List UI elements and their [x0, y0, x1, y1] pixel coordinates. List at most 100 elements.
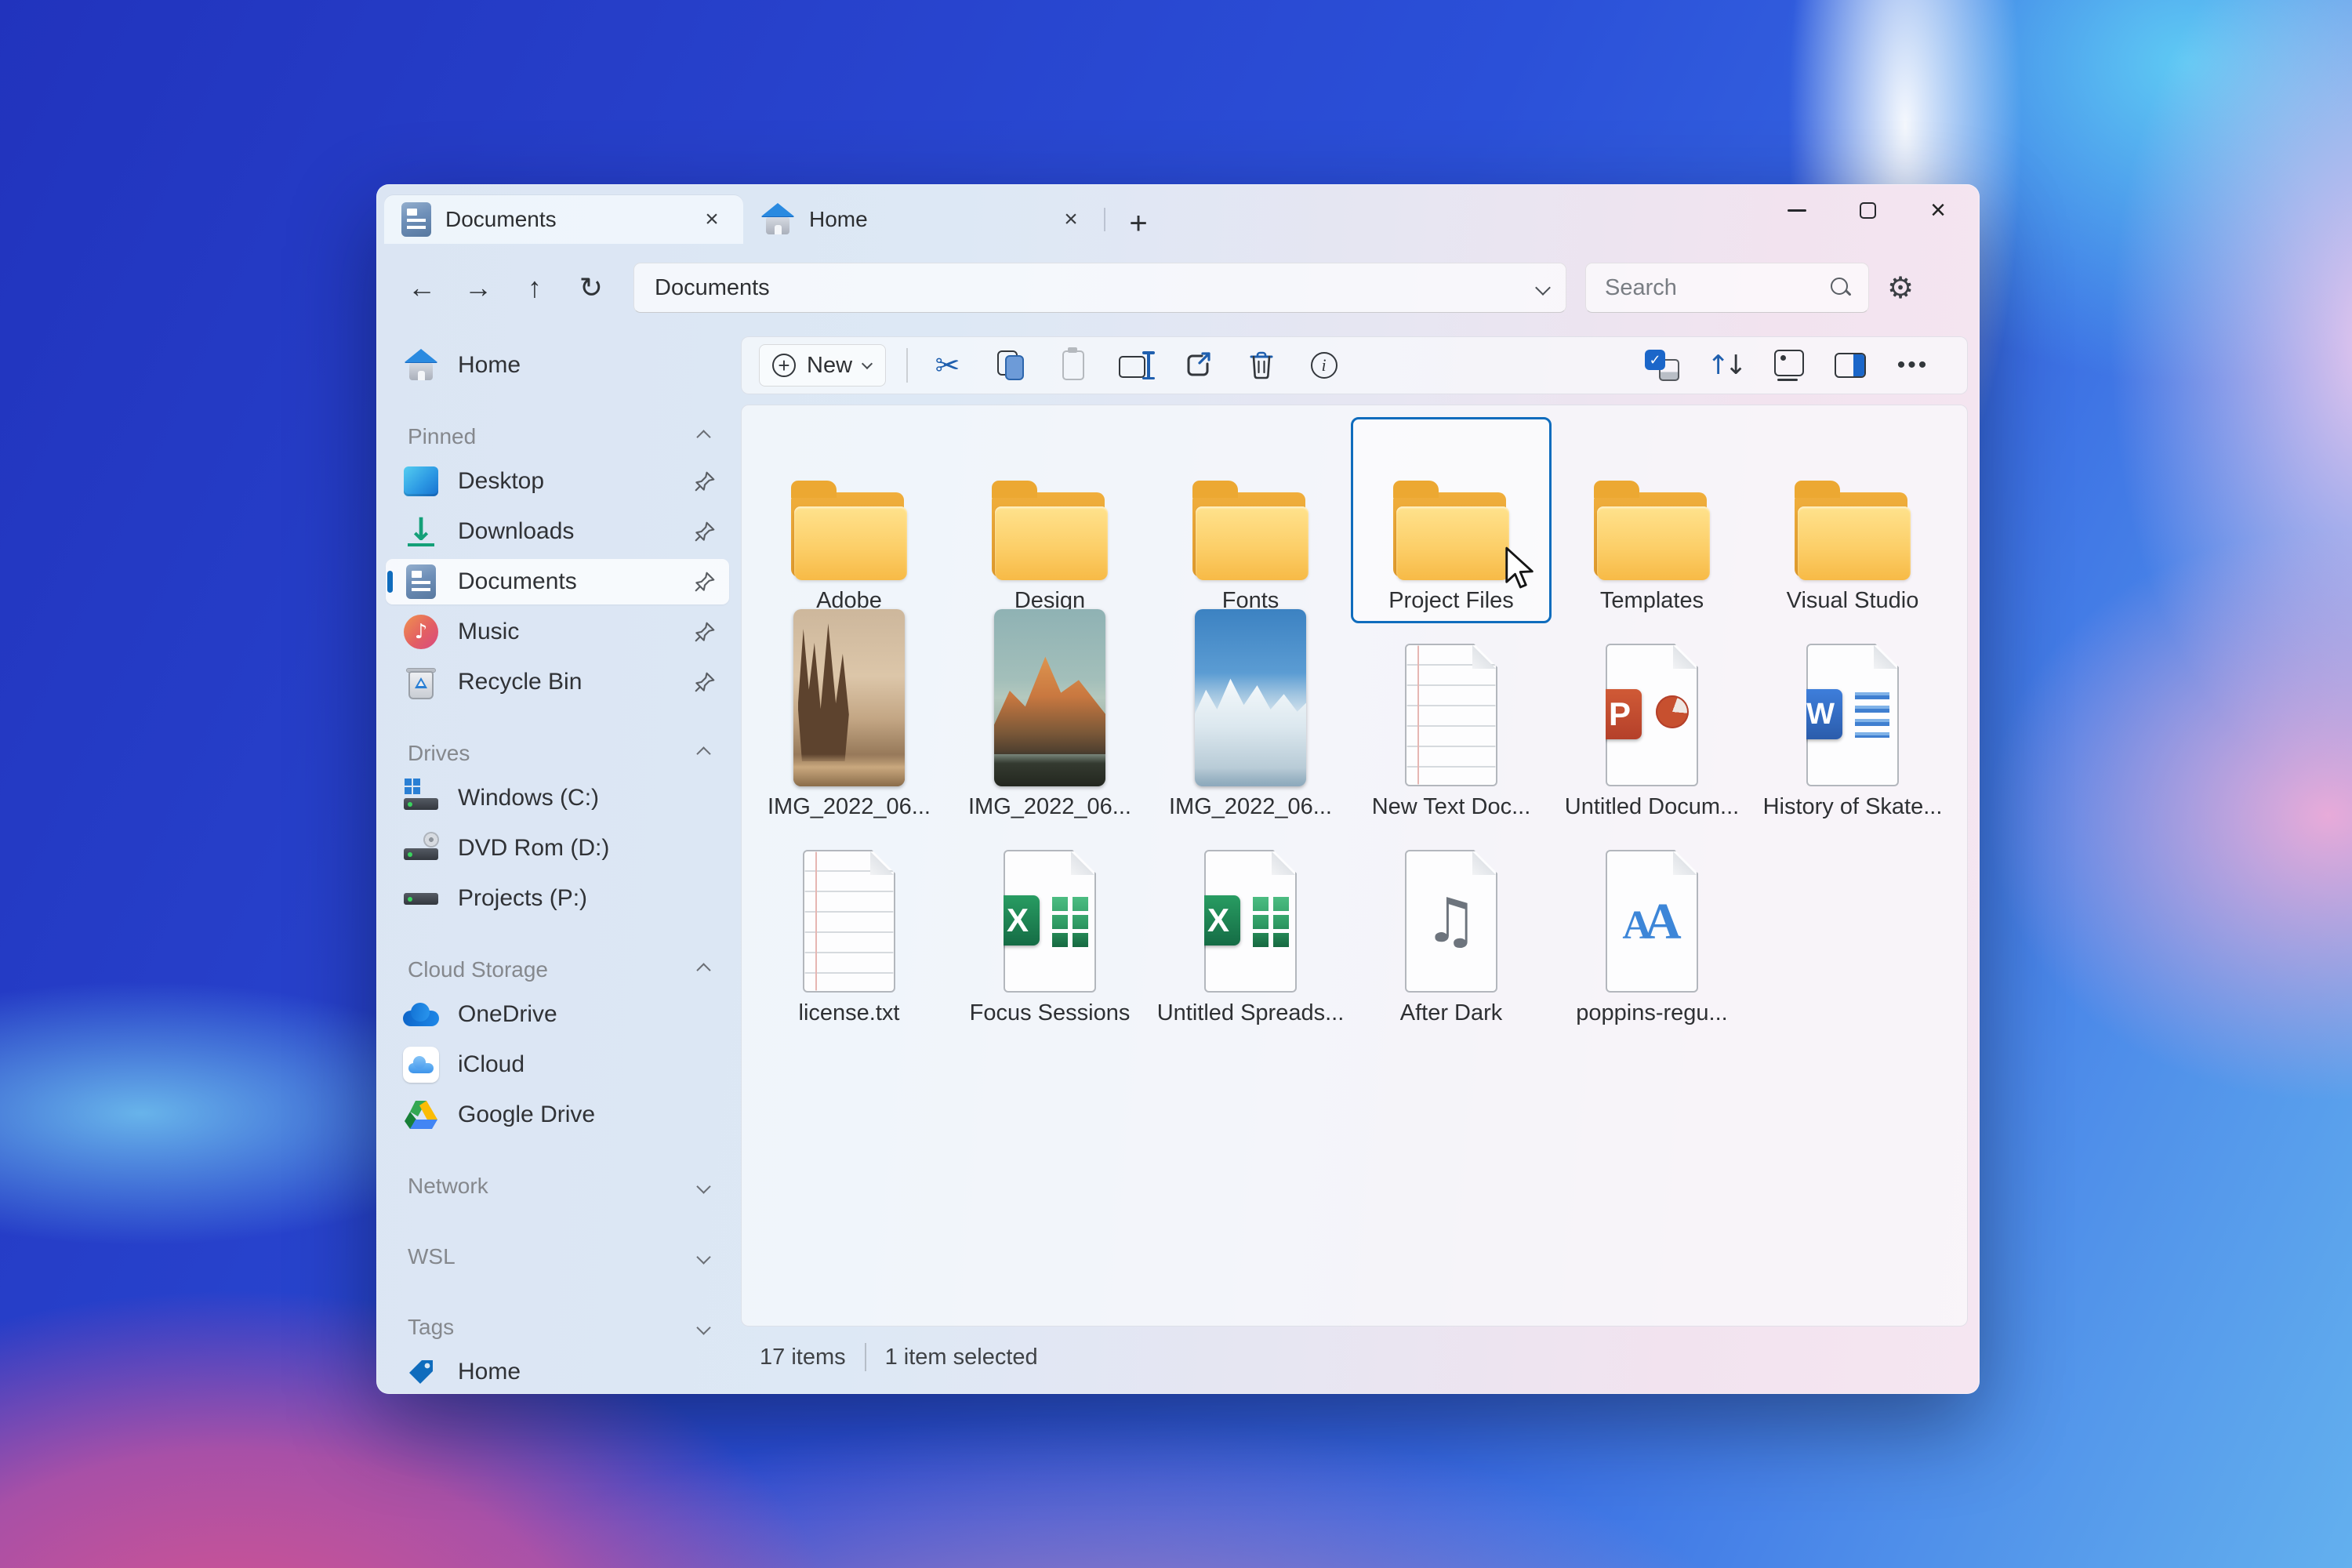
- refresh-button[interactable]: ↻: [566, 265, 616, 310]
- file-name: IMG_2022_06...: [768, 793, 931, 819]
- up-button[interactable]: ↑: [510, 265, 560, 310]
- sidebar-item-onedrive[interactable]: OneDrive: [386, 992, 729, 1037]
- sidebar-item-documents[interactable]: Documents: [386, 559, 729, 604]
- share-button[interactable]: [1174, 343, 1223, 388]
- file-tile-folder[interactable]: Fonts: [1150, 417, 1351, 623]
- file-tile-font[interactable]: AA poppins-regu...: [1552, 829, 1752, 1036]
- rename-button[interactable]: [1112, 343, 1160, 388]
- sidebar-item-icloud[interactable]: iCloud: [386, 1042, 729, 1087]
- new-button[interactable]: + New: [759, 344, 887, 387]
- sidebar-section-network[interactable]: Network: [386, 1164, 729, 1208]
- sort-icon: ↑↓: [1707, 350, 1748, 381]
- share-icon: [1187, 352, 1210, 376]
- folder-icon: [1392, 423, 1511, 580]
- tab-close-icon[interactable]: ×: [1054, 202, 1088, 237]
- file-name: Project Files: [1388, 587, 1514, 613]
- delete-button[interactable]: [1237, 343, 1286, 388]
- sidebar-item-google-drive[interactable]: Google Drive: [386, 1092, 729, 1138]
- copy-button[interactable]: [986, 343, 1035, 388]
- pin-icon[interactable]: [691, 520, 718, 543]
- address-bar[interactable]: Documents: [633, 263, 1566, 313]
- drive-icon: [403, 880, 439, 916]
- folder-icon: [1191, 423, 1310, 580]
- file-tile-text-document[interactable]: license.txt: [749, 829, 949, 1036]
- sidebar-section-wsl[interactable]: WSL: [386, 1235, 729, 1279]
- view-options-button[interactable]: ✓: [1638, 343, 1686, 388]
- pin-icon[interactable]: [691, 470, 718, 493]
- chevron-down-icon[interactable]: [1535, 280, 1551, 296]
- sidebar-section-pinned[interactable]: Pinned: [386, 415, 729, 459]
- preview-button[interactable]: [1763, 343, 1812, 388]
- more-options-button[interactable]: •••: [1889, 343, 1937, 388]
- downloads-icon: ↓: [408, 511, 434, 548]
- selection-count: 1 item selected: [884, 1344, 1038, 1370]
- tab-documents[interactable]: Documents ×: [384, 195, 743, 244]
- tab-label: Documents: [445, 207, 557, 231]
- file-tile-image[interactable]: IMG_2022_06...: [949, 609, 1150, 829]
- file-tile-word[interactable]: W History of Skate...: [1752, 623, 1953, 829]
- new-tab-button[interactable]: +: [1116, 203, 1160, 244]
- file-tile-image[interactable]: IMG_2022_06...: [1150, 609, 1351, 829]
- file-tile-image[interactable]: IMG_2022_06...: [749, 609, 949, 829]
- sidebar-section-drives[interactable]: Drives: [386, 731, 729, 775]
- minimize-button[interactable]: [1762, 184, 1832, 236]
- file-tile-folder[interactable]: Templates: [1552, 417, 1752, 623]
- file-name: IMG_2022_06...: [968, 793, 1131, 819]
- sort-button[interactable]: ↑↓: [1700, 343, 1749, 388]
- mouse-cursor: [1502, 546, 1538, 595]
- file-explorer-window: Documents × Home × + × ← → ↑ ↻ Documents…: [376, 184, 1980, 1394]
- sidebar-item-dvd-d[interactable]: DVD Rom (D:): [386, 826, 729, 871]
- file-tile-audio[interactable]: ♫ After Dark: [1351, 829, 1552, 1036]
- chevron-down-icon: [696, 1178, 711, 1194]
- excel-icon: X: [1004, 836, 1096, 993]
- image-thumbnail: [793, 609, 905, 786]
- tab-home[interactable]: Home ×: [743, 195, 1102, 244]
- file-tile-excel[interactable]: X Untitled Spreads...: [1150, 829, 1351, 1036]
- desktop-icon: [403, 463, 439, 499]
- paste-button[interactable]: [1049, 343, 1098, 388]
- powerpoint-icon: P: [1606, 630, 1698, 786]
- pin-icon[interactable]: [691, 620, 718, 644]
- maximize-button[interactable]: [1832, 184, 1903, 236]
- file-tile-folder[interactable]: Adobe: [749, 417, 949, 623]
- back-button[interactable]: ←: [397, 265, 447, 310]
- pin-icon[interactable]: [691, 570, 718, 593]
- sidebar-item-tag-home[interactable]: Home: [386, 1349, 729, 1394]
- home-icon: [760, 203, 795, 236]
- font-file-icon: AA: [1606, 836, 1698, 993]
- sidebar-item-downloads[interactable]: ↓ Downloads: [386, 509, 729, 554]
- status-bar: 17 items 1 item selected: [741, 1327, 1968, 1392]
- file-name: Untitled Spreads...: [1156, 1000, 1345, 1025]
- sidebar-item-desktop[interactable]: Desktop: [386, 459, 729, 504]
- sidebar-item-home[interactable]: Home: [386, 343, 729, 388]
- forward-button[interactable]: →: [453, 265, 503, 310]
- file-tile-excel[interactable]: X Focus Sessions: [949, 829, 1150, 1036]
- recycle-bin-icon: [403, 664, 439, 700]
- file-name: New Text Doc...: [1371, 793, 1531, 819]
- sidebar: Home Pinned Desktop ↓ Downloads Document…: [376, 336, 741, 1394]
- rename-icon: [1118, 351, 1155, 379]
- image-preview-icon: [1774, 350, 1804, 381]
- search-input[interactable]: Search: [1585, 263, 1869, 313]
- file-tile-powerpoint[interactable]: P Untitled Docum...: [1552, 623, 1752, 829]
- sidebar-item-windows-c[interactable]: Windows (C:): [386, 775, 729, 821]
- tab-close-icon[interactable]: ×: [695, 202, 729, 237]
- settings-button[interactable]: ⚙: [1875, 265, 1926, 310]
- sidebar-section-tags[interactable]: Tags: [386, 1305, 729, 1349]
- close-button[interactable]: ×: [1903, 184, 1973, 236]
- sidebar-item-projects-p[interactable]: Projects (P:): [386, 876, 729, 921]
- sidebar-item-recycle-bin[interactable]: Recycle Bin: [386, 659, 729, 705]
- sidebar-section-cloud-storage[interactable]: Cloud Storage: [386, 948, 729, 992]
- pin-icon[interactable]: [691, 670, 718, 694]
- file-name: license.txt: [798, 1000, 900, 1025]
- file-tile-folder[interactable]: Design: [949, 417, 1150, 623]
- properties-button[interactable]: i: [1300, 343, 1348, 388]
- toolbar-divider: [906, 348, 908, 383]
- file-tile-folder[interactable]: Visual Studio: [1752, 417, 1953, 623]
- details-pane-button[interactable]: [1826, 343, 1875, 388]
- cut-button[interactable]: ✂: [924, 343, 972, 388]
- file-tile-text-document[interactable]: New Text Doc...: [1351, 623, 1552, 829]
- search-placeholder: Search: [1605, 274, 1677, 300]
- sidebar-item-music[interactable]: ♪ Music: [386, 609, 729, 655]
- chevron-down-icon: [696, 1249, 711, 1265]
